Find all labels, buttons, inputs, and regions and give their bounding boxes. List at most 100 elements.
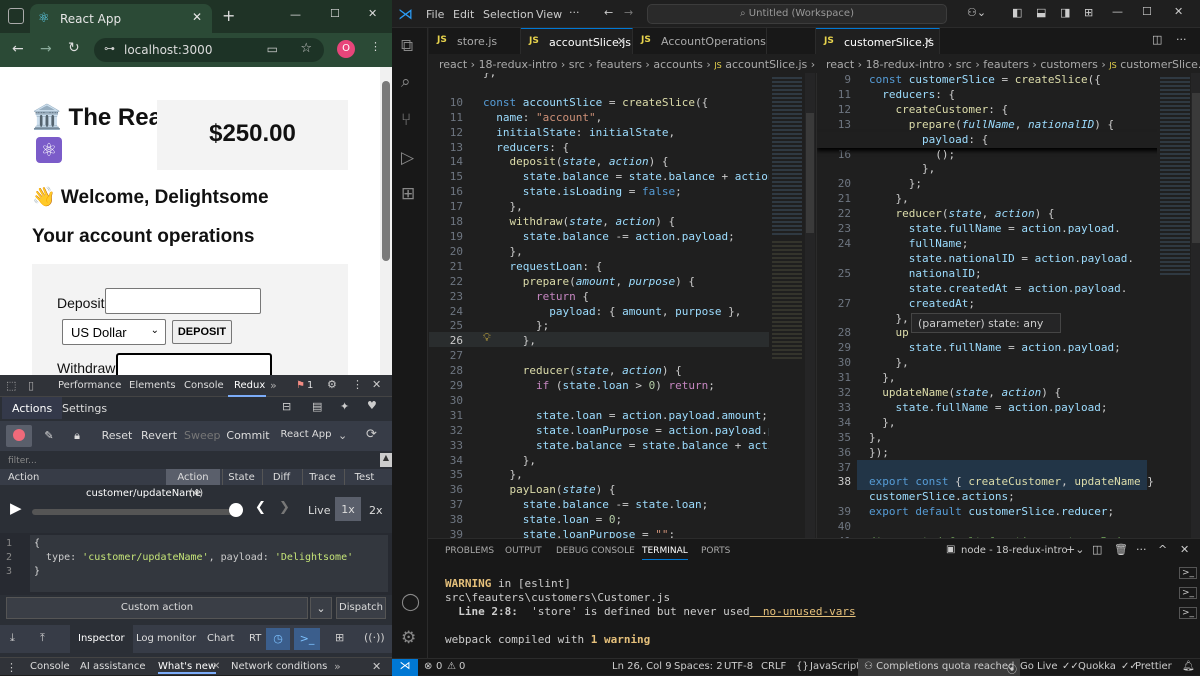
warnings-icon[interactable]: ⚠ <box>447 661 456 675</box>
remote-indicator-icon[interactable]: ⋊ <box>392 659 418 676</box>
dispatch-code[interactable]: { type: 'customer/updateName', payload: … <box>30 535 388 592</box>
more-tabs-icon[interactable]: » <box>334 660 341 673</box>
page-scrollbar[interactable] <box>380 67 392 375</box>
currency-select[interactable]: US Dollar ⌄ <box>62 319 166 345</box>
issues-icon[interactable]: ⚑ <box>296 380 305 391</box>
monitor-tab-test[interactable]: Test <box>344 469 384 485</box>
slider-track[interactable] <box>32 509 238 515</box>
sweep-button[interactable]: Sweep <box>184 425 221 447</box>
cursor-position[interactable]: Ln 26, Col 9 <box>612 661 672 675</box>
reset-button[interactable]: Reset <box>100 425 134 447</box>
add-terminal-icon[interactable]: +⌄ <box>1066 543 1084 556</box>
bookmark-star-icon[interactable]: ☆ <box>300 41 312 56</box>
site-info-icon[interactable]: ⊶ <box>104 42 115 55</box>
breadcrumb-item[interactable]: customers <box>1040 58 1098 71</box>
nav-forward-icon[interactable]: → <box>624 6 633 19</box>
search-icon[interactable]: ⌕ <box>401 72 411 92</box>
layout-icon[interactable]: ⊞ <box>1084 6 1093 19</box>
editor-customerslice[interactable]: 9 11 12 13 15 16 20 21 22 23 24 25 27 28… <box>816 73 1200 538</box>
speed-2x[interactable]: 2x <box>369 504 383 517</box>
manage-gear-icon[interactable]: ⚙ <box>401 628 416 648</box>
url-field[interactable]: ⊶ localhost:3000 ▭ ☆ <box>94 38 324 62</box>
dispatch-button[interactable]: Dispatch <box>336 597 386 619</box>
close-devtools-icon[interactable]: ✕ <box>372 378 381 391</box>
tab-elements[interactable]: Elements <box>129 375 176 397</box>
terminal-name[interactable]: node - 18-redux-intro <box>961 545 1068 556</box>
panel-tab-ports[interactable]: PORTS <box>701 546 730 556</box>
reload-icon[interactable]: ↻ <box>68 40 80 56</box>
close-tab-icon[interactable]: ✕ <box>617 35 626 48</box>
monitor-chart[interactable]: Chart <box>207 633 234 644</box>
menu-kebab-icon[interactable]: ⋮ <box>370 40 381 53</box>
monitor-rtk[interactable]: RT <box>249 633 261 644</box>
tab-customerslice-js[interactable]: JS customerSlice.js ✕ <box>816 28 940 54</box>
import-icon[interactable]: ⤓ <box>10 631 15 645</box>
close-tab-icon[interactable]: ✕ <box>212 661 220 672</box>
command-center-search[interactable]: ⌕ Untitled (Workspace) <box>647 4 947 24</box>
panel-tab-output[interactable]: OUTPUT <box>505 546 542 556</box>
toggle-secondary-icon[interactable]: ◨ <box>1060 6 1070 19</box>
play-icon[interactable]: ▶ <box>10 499 22 517</box>
terminal-output[interactable]: WARNING in [eslint] src\feauters\customer… <box>445 577 1145 647</box>
withdraw-amount-input[interactable] <box>116 353 272 375</box>
lock-icon[interactable]: 🔒︎ <box>64 425 90 447</box>
maximize-icon[interactable]: ☐ <box>330 7 340 20</box>
breadcrumb-item[interactable]: 18-redux-intro <box>479 58 558 71</box>
menu-view[interactable]: View <box>536 8 562 21</box>
breadcrumb-item[interactable]: customerSlice.js <box>1120 58 1200 71</box>
breadcrumb-item[interactable]: src <box>956 58 972 71</box>
more-tabs-icon[interactable]: » <box>270 379 277 392</box>
toggle-sidebar-icon[interactable]: ◧ <box>1012 6 1022 19</box>
issues-count[interactable]: 1 <box>307 380 313 391</box>
twitter-icon[interactable]: ✦ <box>340 400 349 413</box>
minimize-icon[interactable]: — <box>1112 5 1123 18</box>
breadcrumb-item[interactable]: feauters <box>596 58 642 71</box>
back-icon[interactable]: ← <box>12 41 24 57</box>
monitor-tab-trace[interactable]: Trace <box>302 469 342 485</box>
monitor-tab-state[interactable]: State <box>222 469 260 485</box>
chevron-down-icon[interactable]: ⌄ <box>338 429 347 442</box>
minimize-icon[interactable]: — <box>290 8 301 21</box>
instance-select[interactable]: React App <box>280 425 332 447</box>
close-tab-icon[interactable]: ✕ <box>192 10 202 24</box>
breadcrumb-item[interactable]: accounts <box>653 58 703 71</box>
tab-performance[interactable]: Performance <box>58 375 121 397</box>
drawer-tab-console[interactable]: Console <box>30 661 70 672</box>
nav-back-icon[interactable]: ← <box>604 6 613 19</box>
prettier[interactable]: Prettier <box>1135 661 1172 675</box>
editor-accountslice[interactable]: 10 11 12 13 14 15 16 17 18 19 20 21 22 2… <box>429 73 815 538</box>
record-button[interactable] <box>6 425 32 447</box>
explorer-icon[interactable]: ⧉ <box>401 36 413 56</box>
grid-icon[interactable]: ⊞ <box>335 631 344 644</box>
custom-action-select[interactable]: Custom action <box>6 597 308 619</box>
pin-icon[interactable]: ✎ <box>36 425 62 447</box>
encoding[interactable]: UTF-8 <box>724 661 753 675</box>
terminal-instance-icon[interactable]: >_ <box>1179 587 1198 599</box>
close-panel-icon[interactable]: ✕ <box>1180 543 1189 556</box>
slider-handle[interactable] <box>229 503 243 517</box>
editor-scrollbar[interactable] <box>1191 73 1200 538</box>
subtab-settings[interactable]: Settings <box>62 402 107 415</box>
breadcrumb-item[interactable]: feauters <box>983 58 1029 71</box>
warnings-count[interactable]: 0 <box>459 661 465 675</box>
panel-tab-problems[interactable]: PROBLEMS <box>445 546 494 556</box>
minimap[interactable] <box>1157 73 1193 538</box>
copilot-icon[interactable]: ⚇⌄ <box>967 6 986 19</box>
close-tab-icon[interactable]: ✕ <box>924 35 933 48</box>
maximize-panel-icon[interactable]: ^ <box>1158 543 1167 556</box>
inspect-element-icon[interactable]: ⬚ <box>6 379 16 392</box>
tab-store-js[interactable]: JS store.js <box>429 28 521 54</box>
subtab-actions[interactable]: Actions <box>2 397 63 419</box>
menu-edit[interactable]: Edit <box>453 8 474 21</box>
run-debug-icon[interactable]: ▷ <box>401 148 414 168</box>
breadcrumb-item[interactable]: 18-redux-intro <box>866 58 945 71</box>
tab-redux[interactable]: Redux <box>228 375 266 397</box>
indentation[interactable]: Spaces: 2 <box>674 661 723 675</box>
scrollbar-thumb[interactable] <box>382 81 390 261</box>
line-ending[interactable]: CRLF <box>761 661 786 675</box>
split-editor-icon[interactable]: ◫ <box>1152 33 1162 46</box>
timer-icon[interactable]: ◷ <box>266 628 290 650</box>
account-icon[interactable]: ◯ <box>401 592 420 612</box>
profile-avatar[interactable]: O <box>337 40 355 58</box>
breadcrumb-item[interactable]: react <box>826 58 854 71</box>
